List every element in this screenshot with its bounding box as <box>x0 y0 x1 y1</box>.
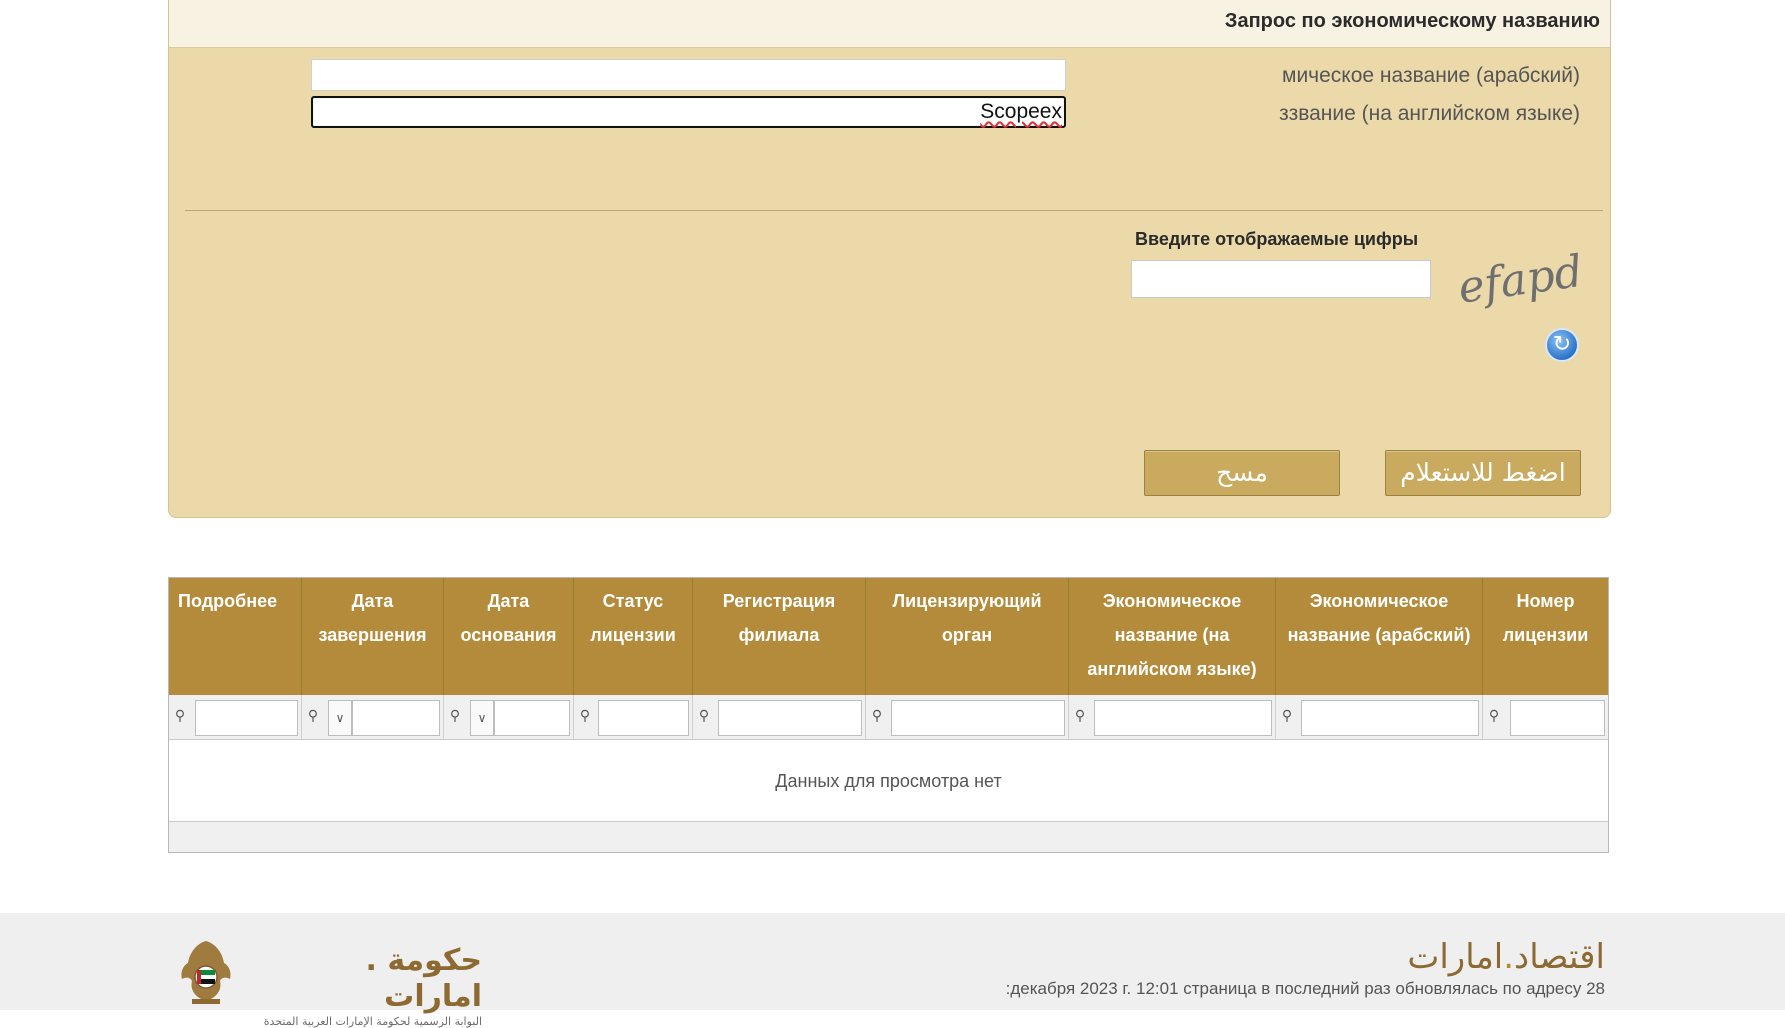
column-header-end-date[interactable]: Дата завершения <box>301 578 443 695</box>
filter-cell: ⚲ <box>1068 695 1275 740</box>
column-header-start-date[interactable]: Дата основания <box>443 578 573 695</box>
filter-icon[interactable]: ⚲ <box>1280 706 1294 724</box>
captcha-label: Введите отображаемые цифры <box>1135 229 1419 249</box>
filter-cell: ⚲ <box>865 695 1068 740</box>
filter-input-economic-name-arabic[interactable] <box>1301 700 1479 736</box>
panel-header: Запрос по экономическому названию <box>169 0 1610 48</box>
column-header-license-status[interactable]: Статус лицензии <box>573 578 692 695</box>
captcha-input[interactable] <box>1131 260 1431 298</box>
clear-button[interactable]: مسح <box>1144 450 1340 496</box>
filter-cell: ⚲ ∨ <box>443 695 573 740</box>
filter-input-details[interactable] <box>195 700 298 736</box>
filter-input-branch-registration[interactable] <box>718 700 862 736</box>
filter-icon[interactable]: ⚲ <box>173 706 187 724</box>
last-updated-text: :декабря 2023 г. 12:01 страница в послед… <box>1005 979 1605 998</box>
eco-logo-right: امارات <box>1407 937 1504 977</box>
filter-cell: ⚲ <box>692 695 865 740</box>
economy-logo[interactable]: اقتصاد.امارات <box>1407 937 1605 977</box>
label-economic-name-english: ззвание (на английском языке) <box>1279 102 1580 125</box>
filter-input-start-date[interactable] <box>494 700 570 736</box>
divider <box>185 210 1603 211</box>
chevron-down-icon[interactable]: ∨ <box>328 700 352 736</box>
empty-message: Данных для просмотра нет <box>169 740 1608 822</box>
filter-row: ⚲ ⚲ ∨ ⚲ ∨ ⚲ ⚲ ⚲ ⚲ ⚲ ⚲ <box>169 695 1608 740</box>
filter-cell: ⚲ ∨ <box>301 695 443 740</box>
filter-input-economic-name-english[interactable] <box>1094 700 1272 736</box>
column-header-economic-name-english[interactable]: Экономическое название (на английском яз… <box>1068 578 1275 695</box>
column-header-branch-registration[interactable]: Регистрация филиала <box>692 578 865 695</box>
column-header-economic-name-arabic[interactable]: Экономическое название (арабский) <box>1275 578 1482 695</box>
filter-icon[interactable]: ⚲ <box>306 706 320 724</box>
english-input-value: Scopeex <box>980 100 1062 123</box>
column-header-details[interactable]: Подробнее <box>169 578 301 695</box>
captcha-image: efapd <box>1455 248 1579 314</box>
column-header-license-number[interactable]: Номер лицензии <box>1482 578 1608 695</box>
economic-name-english-input[interactable]: Scopeex <box>311 96 1066 128</box>
search-button[interactable]: اضغط للاستعلام <box>1385 450 1581 496</box>
filter-input-license-status[interactable] <box>598 700 689 736</box>
page-footer: حكومة . امارات البوابة الرسمية لحكومة ال… <box>0 913 1785 1028</box>
refresh-icon[interactable]: ↻ <box>1545 328 1579 362</box>
economic-name-arabic-input[interactable] <box>311 59 1066 91</box>
eco-logo-left: اقتصاد <box>1514 937 1605 977</box>
column-header-licensing-authority[interactable]: Лицензирующий орган <box>865 578 1068 695</box>
filter-input-license-number[interactable] <box>1510 700 1605 736</box>
filter-cell: ⚲ <box>1275 695 1482 740</box>
grid-header: Подробнее Дата завершения Дата основания… <box>169 578 1608 695</box>
gov-logo-subtitle: البوابة الرسمية لحكومة الإمارات العربية … <box>263 1015 482 1028</box>
filter-icon[interactable]: ⚲ <box>578 706 592 724</box>
label-economic-name-arabic: мическое название (арабский) <box>1282 64 1580 87</box>
search-panel: Запрос по экономическому названию мическ… <box>168 0 1611 518</box>
filter-input-licensing-authority[interactable] <box>891 700 1065 736</box>
filter-cell: ⚲ <box>1482 695 1608 740</box>
filter-cell: ⚲ <box>169 695 301 740</box>
gov-logo-text: حكومة . امارات <box>365 943 482 1014</box>
filter-icon[interactable]: ⚲ <box>1073 706 1087 724</box>
chevron-down-icon[interactable]: ∨ <box>470 700 494 736</box>
gov-logo[interactable]: حكومة . امارات البوابة الرسمية لحكومة ال… <box>258 943 482 1028</box>
uae-emblem-icon[interactable] <box>178 937 234 1007</box>
results-grid: Подробнее Дата завершения Дата основания… <box>168 577 1609 853</box>
filter-icon[interactable]: ⚲ <box>448 706 462 724</box>
grid-pager <box>169 822 1608 852</box>
filter-icon[interactable]: ⚲ <box>1487 706 1501 724</box>
filter-cell: ⚲ <box>573 695 692 740</box>
filter-input-end-date[interactable] <box>352 700 440 736</box>
filter-icon[interactable]: ⚲ <box>870 706 884 724</box>
panel-title: Запрос по экономическому названию <box>1224 10 1600 32</box>
filter-icon[interactable]: ⚲ <box>697 706 711 724</box>
captcha-text: efapd <box>1455 248 1579 314</box>
